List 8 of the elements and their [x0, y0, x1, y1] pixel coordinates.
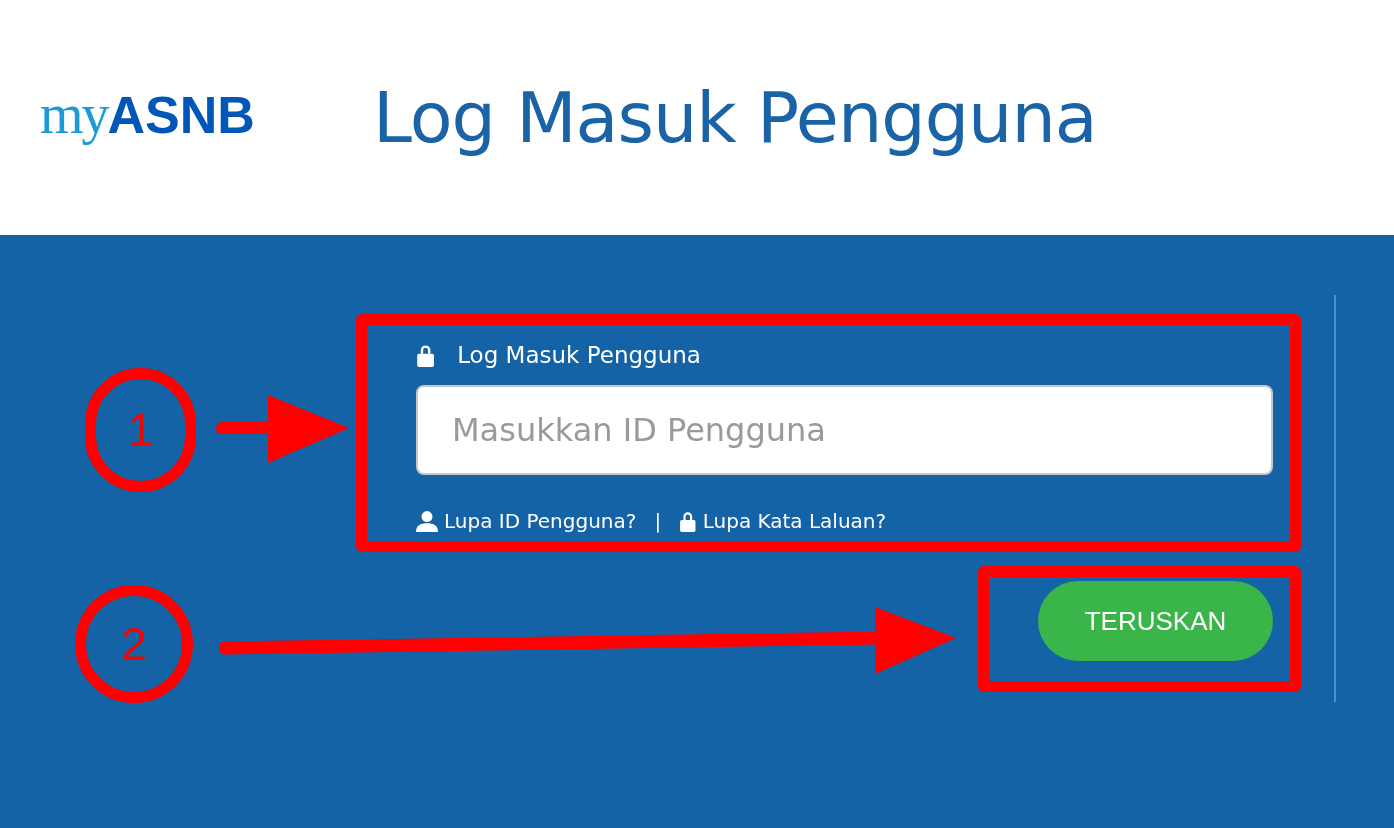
login-label: Log Masuk Pengguna — [457, 340, 701, 370]
user-id-field[interactable]: Masukkan ID Pengguna — [416, 385, 1273, 475]
lock-icon — [416, 343, 436, 367]
lock-icon — [679, 510, 697, 532]
link-separator: | — [654, 508, 662, 535]
user-icon — [416, 510, 438, 532]
forgot-link[interactable]: Lupa Kata Laluan? — [702, 506, 887, 536]
forgot-link[interactable]: Lupa ID Pengguna? — [444, 506, 637, 536]
